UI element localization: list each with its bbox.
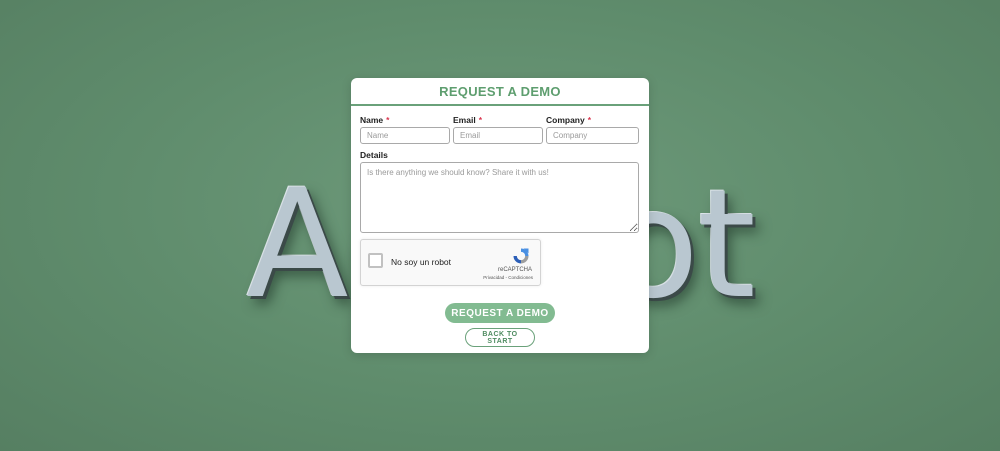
back-to-start-button[interactable]: BACK TO START — [465, 328, 535, 347]
company-label: Company * — [546, 115, 592, 125]
details-label: Details — [360, 150, 388, 160]
request-demo-modal: REQUEST A DEMO Name* Email* Company* Det… — [351, 78, 649, 353]
email-field-group: Email * — [453, 115, 543, 147]
details-textarea[interactable] — [360, 162, 639, 233]
email-input[interactable] — [453, 127, 543, 144]
name-input[interactable] — [360, 127, 450, 144]
recaptcha-links[interactable]: Privacidad - Condiciones — [483, 275, 533, 280]
contact-fields-row: Name* Email* Company* — [360, 115, 640, 147]
recaptcha-icon — [513, 248, 529, 264]
modal-header: REQUEST A DEMO — [351, 78, 649, 106]
name-label: Name * — [360, 115, 390, 125]
email-label: Email * — [453, 115, 482, 125]
details-label-row: Details — [360, 150, 640, 162]
company-input[interactable] — [546, 127, 639, 144]
required-mark: * — [587, 115, 592, 125]
modal-title: REQUEST A DEMO — [439, 84, 561, 99]
name-field-group: Name * — [360, 115, 450, 147]
recaptcha-checkbox[interactable] — [368, 253, 383, 268]
recaptcha-widget: No soy un robot reCAPTCHA Privacidad - C… — [360, 239, 541, 286]
recaptcha-brand: reCAPTCHA — [497, 267, 532, 273]
recaptcha-label: No soy un robot — [391, 257, 452, 267]
details-row — [360, 162, 640, 233]
required-mark: * — [478, 115, 482, 125]
required-mark: * — [386, 115, 390, 125]
company-field-group: Company * — [546, 115, 639, 147]
request-demo-button[interactable]: REQUEST A DEMO — [445, 303, 555, 323]
